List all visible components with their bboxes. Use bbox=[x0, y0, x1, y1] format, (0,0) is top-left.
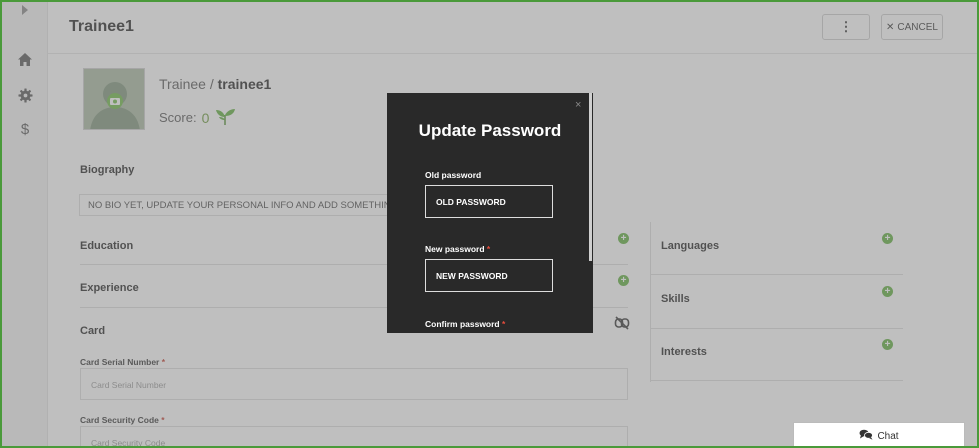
modal-scrollbar[interactable] bbox=[589, 93, 592, 261]
old-password-input[interactable]: OLD PASSWORD bbox=[425, 185, 553, 218]
confirm-password-label-text: Confirm password bbox=[425, 319, 500, 329]
confirm-password-label: Confirm password * bbox=[425, 319, 505, 329]
chat-label: Chat bbox=[877, 430, 899, 442]
new-password-label-text: New password bbox=[425, 244, 485, 254]
chat-button[interactable]: Chat bbox=[793, 422, 965, 446]
new-password-label: New password * bbox=[425, 244, 490, 254]
app-window: $ Trainee1 ⋮ ✕ CANCEL Trainee / trainee1 bbox=[0, 0, 979, 448]
chat-bubbles-icon bbox=[859, 429, 874, 443]
required-mark: * bbox=[486, 244, 491, 254]
new-password-input[interactable]: NEW PASSWORD bbox=[425, 259, 553, 292]
modal-close-button[interactable]: × bbox=[575, 99, 581, 111]
modal-title: Update Password bbox=[418, 121, 562, 140]
update-password-modal: × Update Password Old password OLD PASSW… bbox=[387, 93, 593, 333]
required-mark: * bbox=[502, 319, 506, 329]
old-password-label: Old password bbox=[425, 170, 482, 180]
